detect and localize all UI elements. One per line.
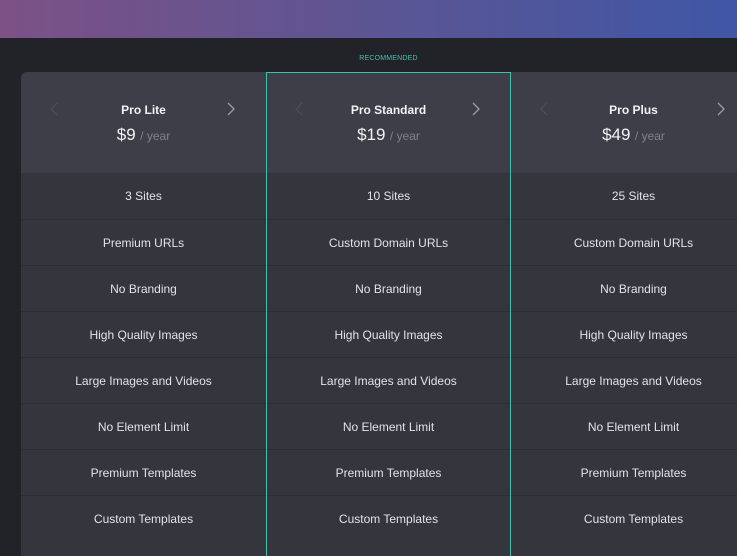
feature-item: Premium Templates — [266, 449, 511, 495]
next-plan-button[interactable] — [712, 98, 730, 120]
plan-price: $49 / year — [511, 125, 737, 145]
feature-item: Large Images and Videos — [511, 357, 737, 403]
feature-list: 25 Sites Custom Domain URLs No Branding … — [511, 173, 737, 541]
plan-price: $19 / year — [266, 125, 511, 145]
plan-header: Pro Plus $49 / year — [511, 72, 737, 173]
price-period: / year — [389, 129, 420, 143]
feature-item: Premium Templates — [21, 449, 266, 495]
feature-item: No Branding — [266, 265, 511, 311]
plan-header: Pro Lite $9 / year — [21, 72, 266, 173]
feature-list: 10 Sites Custom Domain URLs No Branding … — [266, 173, 511, 541]
feature-item: No Element Limit — [511, 403, 737, 449]
price-amount: $49 — [602, 125, 631, 144]
chevron-right-icon — [472, 102, 480, 116]
feature-item: High Quality Images — [21, 311, 266, 357]
plan-card-pro-standard: Pro Standard $19 / year 10 Sites Custom … — [266, 72, 511, 556]
plan-header: Pro Standard $19 / year — [266, 72, 511, 173]
feature-item: No Element Limit — [21, 403, 266, 449]
feature-item: Custom Templates — [511, 495, 737, 541]
feature-item: No Branding — [511, 265, 737, 311]
feature-item: Large Images and Videos — [21, 357, 266, 403]
feature-item: Premium URLs — [21, 219, 266, 265]
plan-card-pro-plus: Pro Plus $49 / year 25 Sites Custom Doma… — [511, 72, 737, 556]
feature-item: Large Images and Videos — [266, 357, 511, 403]
feature-item: High Quality Images — [511, 311, 737, 357]
feature-item: Premium Templates — [511, 449, 737, 495]
feature-item: No Branding — [21, 265, 266, 311]
price-period: / year — [140, 129, 171, 143]
chevron-right-icon — [717, 102, 725, 116]
next-plan-button[interactable] — [467, 98, 485, 120]
price-amount: $9 — [116, 125, 136, 144]
feature-item: No Element Limit — [266, 403, 511, 449]
recommended-label: RECOMMENDED — [359, 55, 418, 62]
feature-item: Custom Templates — [266, 495, 511, 541]
feature-list: 3 Sites Premium URLs No Branding High Qu… — [21, 173, 266, 541]
plan-card-pro-lite: Pro Lite $9 / year 3 Sites Premium URLs … — [21, 72, 266, 556]
feature-item: Custom Templates — [21, 495, 266, 541]
pricing-table: Pro Lite $9 / year 3 Sites Premium URLs … — [21, 72, 737, 556]
chevron-right-icon — [227, 102, 235, 116]
plan-name: Pro Plus — [609, 103, 658, 117]
feature-item: Custom Domain URLs — [511, 219, 737, 265]
feature-item: 3 Sites — [125, 189, 162, 203]
hero-banner — [0, 0, 737, 38]
feature-item: 25 Sites — [611, 189, 656, 203]
feature-item: High Quality Images — [266, 311, 511, 357]
price-period: / year — [634, 129, 665, 143]
next-plan-button[interactable] — [222, 98, 240, 120]
plan-price: $9 / year — [21, 125, 266, 145]
feature-item: 10 Sites — [366, 189, 411, 203]
price-amount: $19 — [357, 125, 386, 144]
feature-item: Custom Domain URLs — [266, 219, 511, 265]
